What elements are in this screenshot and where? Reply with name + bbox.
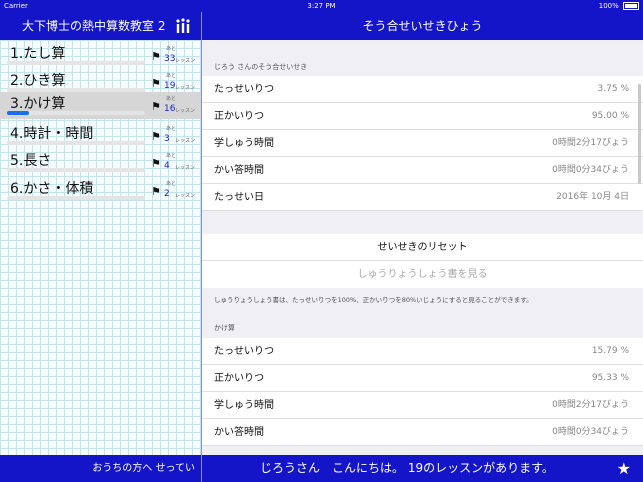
multiplication-section-header: かけ算: [214, 324, 235, 332]
remaining-count: 3: [164, 134, 170, 144]
checkered-flag-icon: ⚑: [151, 77, 161, 90]
mult-row-achievement: たっせいりつ 15.79 %: [202, 338, 643, 365]
battery-percent: 100%: [598, 2, 619, 10]
stat-label: 学しゅう時間: [214, 400, 274, 411]
battery-icon: [623, 2, 639, 10]
stat-value: 0時間0分34びょう: [552, 427, 629, 437]
lesson-item-multiplication[interactable]: 3.かけ算 ⚑ あと 16 レッスン: [0, 92, 201, 119]
lesson-progress-bar: [7, 168, 145, 172]
stat-label: 正かいりつ: [214, 373, 265, 384]
overall-section-header: じろう さんのそう合せいせき: [214, 63, 308, 71]
report-panel: じろう さんのそう合せいせき たっせいりつ 3.75 % 正かいりつ 95.00…: [202, 40, 643, 455]
sidebar-header: 大下博士の熱中算数教室 2: [0, 12, 201, 40]
reset-records-button[interactable]: せいせきのリセット: [202, 234, 643, 261]
stat-label: 学しゅう時間: [214, 138, 274, 149]
page-title: そう合せいせきひょう: [202, 12, 643, 40]
remaining-count: 19: [164, 81, 176, 91]
stat-row-accuracy: 正かいりつ 95.00 %: [202, 103, 643, 130]
lesson-progress-bar: [7, 61, 145, 65]
stat-row-achievement-date: たっせい日 2016年 10月 4日: [202, 184, 643, 211]
stat-row-study-time: 学しゅう時間 0時間2分17びょう: [202, 130, 643, 157]
remaining-label: あと: [166, 96, 177, 102]
message-footer: じろうさん こんにちは。 19のレッスンがあります。 ★: [202, 455, 643, 482]
lesson-item-length[interactable]: 5.長さ ⚑ あと 4 レッスン: [0, 149, 201, 176]
sidebar-footer: おうちの方へ せってい: [0, 455, 201, 482]
remaining-count: 33: [164, 54, 176, 64]
checkered-flag-icon: ⚑: [151, 100, 161, 113]
greeting-message: じろうさん こんにちは。 19のレッスンがあります。: [260, 461, 554, 475]
stat-value: 95.00 %: [591, 111, 629, 121]
lesson-progress-bar: [7, 141, 145, 145]
status-bar: Carrier 3:27 PM 100%: [0, 0, 643, 12]
status-time: 3:27 PM: [307, 2, 336, 10]
stat-value: 3.75 %: [597, 84, 629, 94]
stat-value: 0時間0分34びょう: [552, 165, 629, 175]
stat-value: 15.79 %: [591, 346, 629, 356]
parents-settings-link[interactable]: おうちの方へ せってい: [92, 455, 195, 482]
lesson-list: 1.たし算 ⚑ あと 33 レッスン 2.ひき算 ⚑ あと 19 レッスン 3.…: [0, 40, 201, 455]
mult-row-answer-time: かい答時間 0時間0分34びょう: [202, 419, 643, 446]
bar-chart-icon[interactable]: [175, 18, 191, 34]
remaining-count: 16: [164, 104, 176, 114]
stat-label: たっせい日: [214, 192, 264, 203]
lesson-item-volume[interactable]: 6.かさ・体積 ⚑ あと 2 レッスン: [0, 177, 201, 204]
battery-indicator: 100%: [599, 0, 639, 12]
stat-value: 0時間2分17びょう: [552, 400, 629, 410]
lesson-name: 6.かさ・体積: [10, 181, 94, 197]
app-title: 大下博士の熱中算数教室 2: [22, 19, 166, 33]
checkered-flag-icon: ⚑: [151, 130, 161, 143]
remaining-label: あと: [166, 153, 177, 159]
checkered-flag-icon: ⚑: [151, 50, 161, 63]
star-icon[interactable]: ★: [617, 455, 631, 482]
checkered-flag-icon: ⚑: [151, 157, 161, 170]
remaining-label: あと: [166, 73, 177, 79]
lesson-name: 2.ひき算: [10, 73, 66, 89]
stat-row-answer-time: かい答時間 0時間0分34びょう: [202, 157, 643, 184]
lesson-progress-bar: [7, 196, 145, 200]
stat-row-achievement: たっせいりつ 3.75 %: [202, 76, 643, 103]
lesson-unit: レッスン: [175, 108, 196, 114]
view-certificate-button[interactable]: しゅうりょうしょう書を見る: [202, 261, 643, 288]
stat-label: たっせいりつ: [214, 84, 275, 95]
remaining-count: 2: [164, 189, 170, 199]
lesson-unit: レッスン: [175, 138, 196, 144]
remaining-label: あと: [166, 46, 177, 52]
lesson-name: 1.たし算: [10, 46, 66, 62]
remaining-count: 4: [164, 161, 170, 171]
checkered-flag-icon: ⚑: [151, 185, 161, 198]
stat-label: 正かいりつ: [214, 111, 265, 122]
mult-row-study-time: 学しゅう時間 0時間2分17びょう: [202, 392, 643, 419]
lesson-unit: レッスン: [175, 193, 196, 199]
lesson-name: 5.長さ: [10, 153, 52, 169]
stat-value: 0時間2分17びょう: [552, 138, 629, 148]
scrollbar[interactable]: [638, 84, 641, 184]
stat-label: かい答時間: [214, 427, 264, 438]
lesson-progress-bar: [7, 111, 145, 115]
stat-value: 95.33 %: [591, 373, 629, 383]
lesson-item-clock-time[interactable]: 4.時計・時間 ⚑ あと 3 レッスン: [0, 122, 201, 149]
certificate-note: しゅうりょうしょう書は、たっせいりつを100%、正かいりつを80%いじょうにする…: [214, 296, 533, 304]
stat-value: 2016年 10月 4日: [556, 192, 629, 202]
lesson-name: 3.かけ算: [10, 96, 66, 112]
lesson-item-addition[interactable]: 1.たし算 ⚑ あと 33 レッスン: [0, 42, 201, 69]
lesson-unit: レッスン: [175, 85, 196, 91]
lesson-unit: レッスン: [175, 58, 196, 64]
stat-label: たっせいりつ: [214, 346, 275, 357]
remaining-label: あと: [166, 181, 177, 187]
lesson-unit: レッスン: [175, 165, 196, 171]
remaining-label: あと: [166, 126, 177, 132]
stat-label: かい答時間: [214, 165, 264, 176]
mult-row-accuracy: 正かいりつ 95.33 %: [202, 365, 643, 392]
lesson-name: 4.時計・時間: [10, 126, 94, 142]
